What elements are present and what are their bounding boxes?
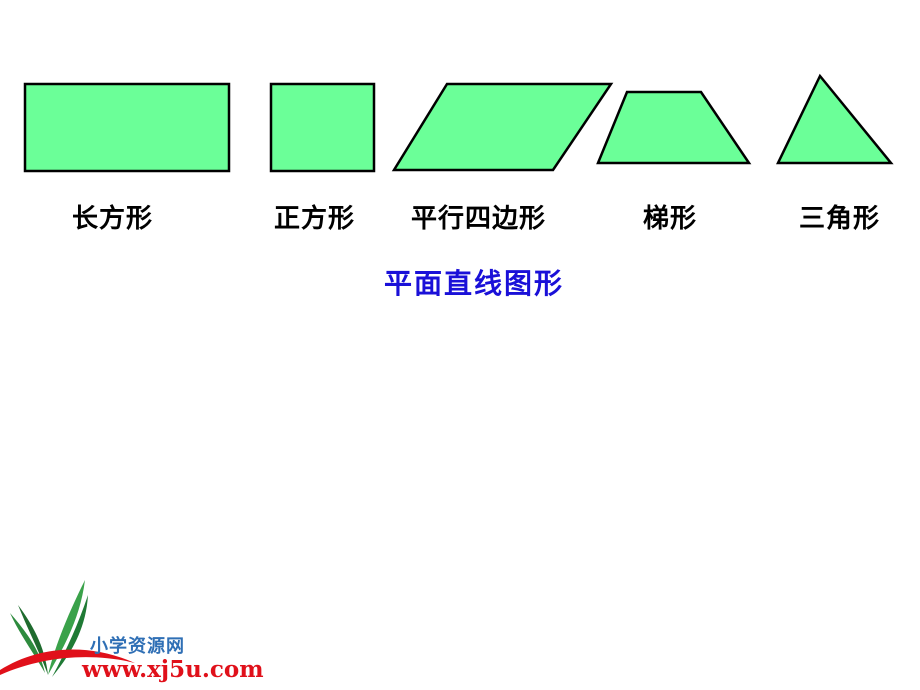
rectangle-shape <box>23 82 231 173</box>
square-shape <box>269 82 376 173</box>
triangle-label: 三角形 <box>799 204 881 234</box>
trapezoid-label: 梯形 <box>643 204 698 234</box>
site-url: www.xj5u.com <box>82 656 264 683</box>
rectangle-label: 长方形 <box>72 204 154 234</box>
square-label: 正方形 <box>274 204 356 234</box>
parallelogram-shape <box>391 82 614 172</box>
site-name: 小学资源网 <box>90 636 185 657</box>
slide-subtitle: 平面直线图形 <box>384 267 565 300</box>
parallelogram-label: 平行四边形 <box>411 204 547 234</box>
trapezoid-shape <box>596 90 752 165</box>
triangle-shape <box>776 73 894 165</box>
